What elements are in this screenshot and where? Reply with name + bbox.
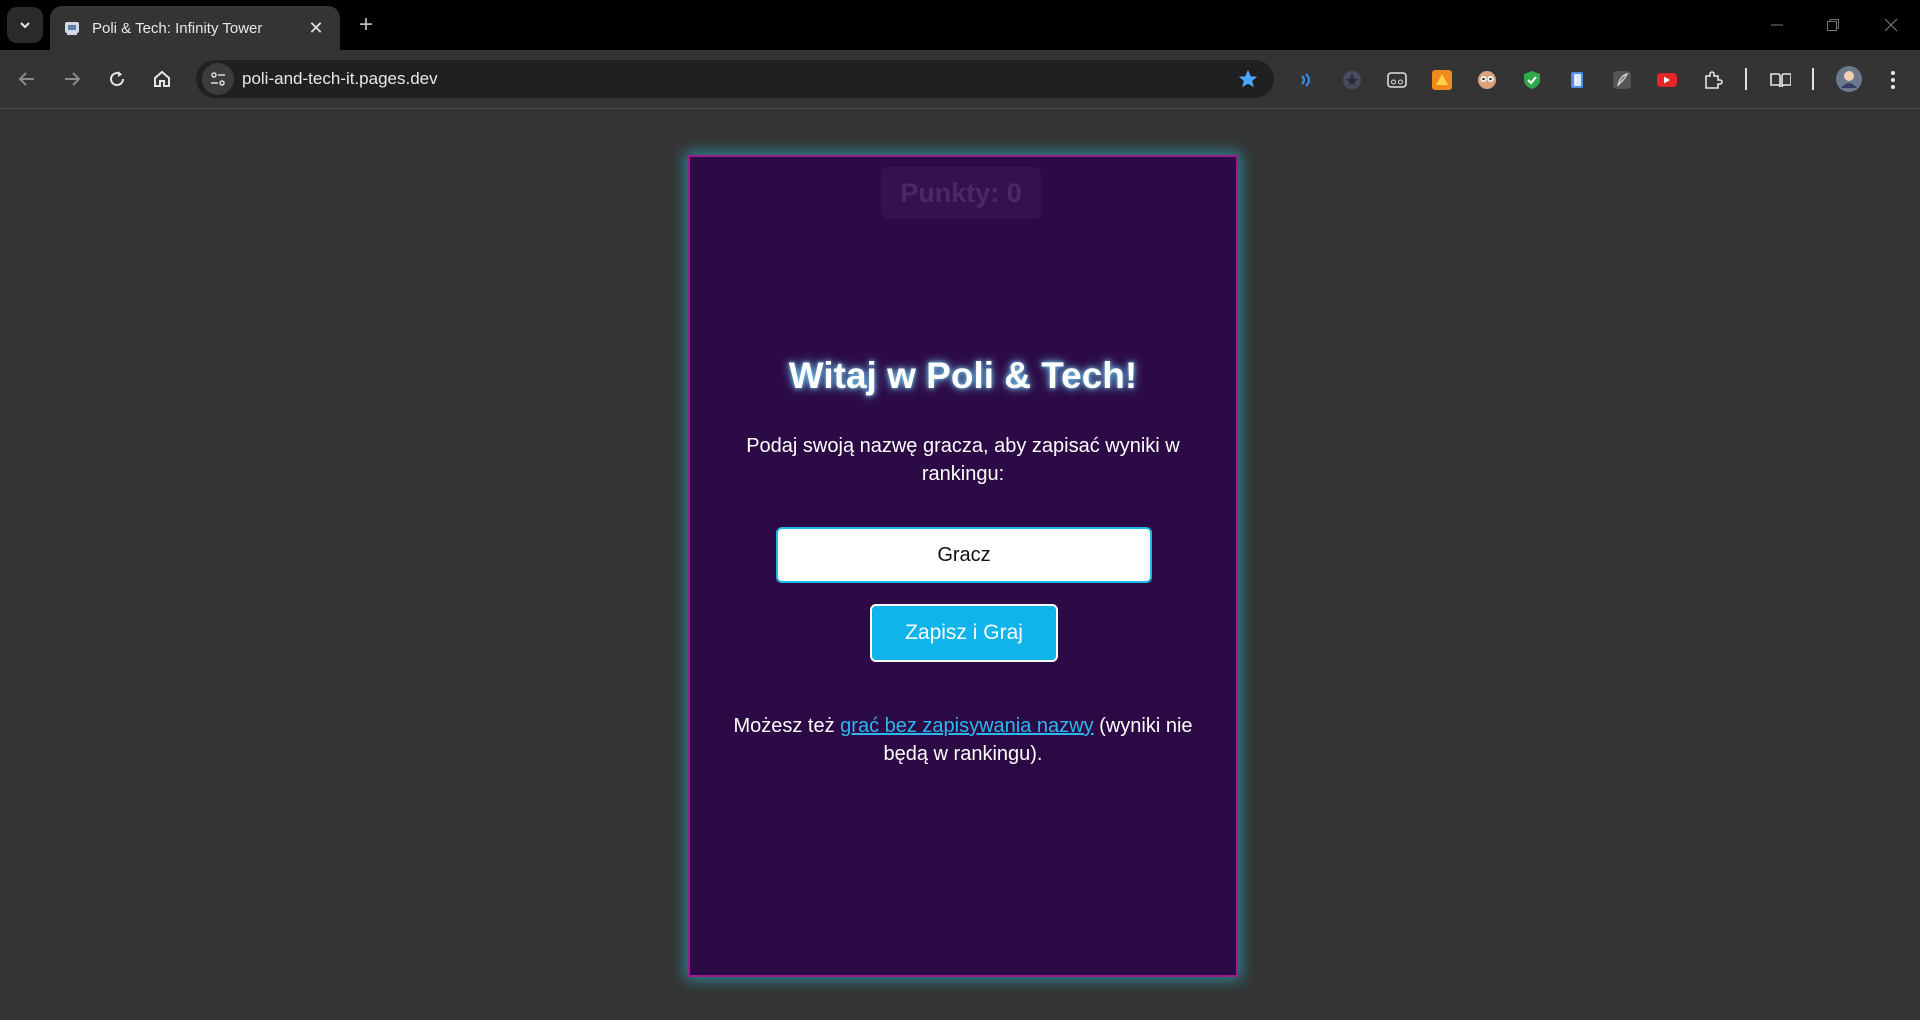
chevron-down-icon — [20, 22, 30, 29]
home-button[interactable] — [146, 63, 178, 95]
forward-button[interactable] — [56, 63, 88, 95]
site-info-icon[interactable] — [202, 63, 234, 95]
document-extension-icon[interactable] — [1566, 69, 1588, 91]
welcome-title: Witaj w Poli & Tech! — [788, 355, 1138, 396]
arrow-left-icon — [18, 72, 34, 86]
url-text: poli-and-tech-it.pages.dev — [242, 69, 438, 88]
home-icon — [154, 70, 170, 87]
browser-toolbar: poli-and-tech-it.pages.dev — [0, 50, 1920, 109]
save-and-play-button[interactable]: Zapisz i Graj — [870, 604, 1058, 662]
toolbar-divider — [1745, 68, 1747, 90]
score-display: Punkty: 0 — [881, 167, 1041, 219]
profile-avatar[interactable] — [1836, 66, 1862, 92]
tab-title: Poli & Tech: Infinity Tower — [92, 19, 263, 37]
feather-extension-icon[interactable] — [1611, 69, 1633, 91]
extension-star-icon[interactable] — [1341, 69, 1363, 91]
more-menu-icon[interactable] — [1882, 69, 1904, 91]
close-tab-icon[interactable]: ✕ — [306, 18, 326, 39]
address-bar[interactable]: poli-and-tech-it.pages.dev — [196, 60, 1274, 98]
read-aloud-icon[interactable] — [1296, 69, 1318, 91]
owl-extension-icon[interactable] — [1476, 69, 1498, 91]
warning-extension-icon[interactable] — [1431, 69, 1453, 91]
new-tab-button[interactable]: + — [353, 12, 379, 38]
active-tab[interactable]: Poli & Tech: Infinity Tower ✕ — [50, 6, 340, 50]
shield-extension-icon[interactable] — [1521, 69, 1543, 91]
tab-search-button[interactable] — [7, 7, 43, 43]
close-window-icon[interactable] — [1876, 14, 1906, 36]
glasses-extension-icon[interactable] — [1386, 69, 1408, 91]
browser-tab-strip: Poli & Tech: Infinity Tower ✕ + — [0, 0, 1920, 50]
restore-window-icon[interactable] — [1818, 14, 1848, 36]
tab-favicon-icon — [62, 18, 82, 38]
reload-button[interactable] — [101, 63, 133, 95]
alt-prefix: Możesz też — [733, 715, 841, 737]
bookmark-star-icon[interactable] — [1236, 67, 1260, 91]
back-button[interactable] — [11, 63, 43, 95]
puzzle-extensions-icon[interactable] — [1702, 69, 1724, 91]
reload-icon — [110, 71, 125, 87]
page-viewport: Punkty: 0 Witaj w Poli & Tech! Podaj swo… — [0, 109, 1920, 1020]
player-name-input[interactable] — [776, 527, 1152, 583]
name-prompt: Podaj swoją nazwę gracza, aby zapisać wy… — [746, 435, 1180, 485]
play-without-name-link[interactable]: grać bez zapisywania nazwy — [840, 715, 1093, 737]
minimize-window-icon[interactable] — [1762, 14, 1792, 36]
arrow-right-icon — [65, 72, 81, 86]
game-panel: Punkty: 0 Witaj w Poli & Tech! Podaj swo… — [688, 155, 1238, 977]
play-without-name-text: Możesz też grać bez zapisywania nazwy (w… — [720, 712, 1206, 768]
video-extension-icon[interactable] — [1656, 69, 1678, 91]
toolbar-divider — [1812, 68, 1814, 90]
reading-list-icon[interactable] — [1769, 69, 1791, 91]
